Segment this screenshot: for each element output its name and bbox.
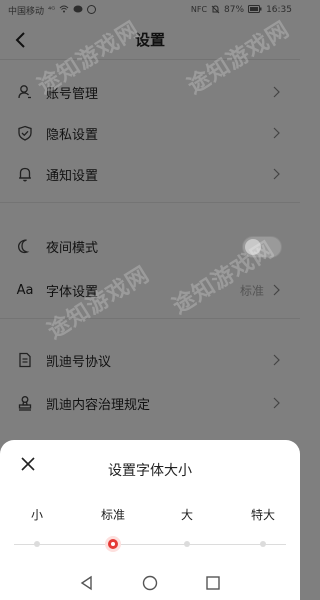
settings-item-notification[interactable]: 通知设置 xyxy=(0,154,300,194)
chevron-right-icon xyxy=(273,86,280,98)
mute-bell-icon xyxy=(211,4,220,16)
slider-tick xyxy=(184,541,190,547)
chat-icon xyxy=(73,5,83,16)
settings-item-label: 通知设置 xyxy=(46,168,99,184)
system-nav-bar xyxy=(0,566,300,600)
carrier-label: 中国移动 xyxy=(8,6,45,17)
font-option-standard[interactable]: 标准 xyxy=(93,506,133,523)
document-icon xyxy=(16,351,34,369)
section-divider xyxy=(0,318,300,319)
chevron-left-icon xyxy=(15,32,25,48)
status-right: NFC 87% 16:35 xyxy=(190,4,292,16)
night-mode-toggle[interactable] xyxy=(242,236,282,258)
toggle-knob xyxy=(245,239,261,255)
font-size-slider-track[interactable] xyxy=(14,544,286,545)
chevron-right-icon xyxy=(273,168,280,180)
nav-home-button[interactable] xyxy=(141,574,159,592)
slider-tick xyxy=(34,541,40,547)
moon-icon xyxy=(16,237,34,255)
sheet-title: 设置字体大小 xyxy=(108,463,192,479)
font-option-xlarge[interactable]: 特大 xyxy=(243,506,283,523)
font-option-small[interactable]: 小 xyxy=(17,506,57,523)
settings-item-label: 账号管理 xyxy=(46,86,99,102)
settings-item-governance[interactable]: 凯迪内容治理规定 xyxy=(0,383,300,423)
thumb-center xyxy=(111,542,115,546)
back-button[interactable] xyxy=(12,28,32,52)
settings-item-label: 凯迪内容治理规定 xyxy=(46,397,151,413)
font-size-value: 标准 xyxy=(239,283,264,298)
settings-item-agreement[interactable]: 凯迪号协议 xyxy=(0,340,300,380)
triangle-back-icon xyxy=(80,575,92,591)
status-time: 16:35 xyxy=(266,5,292,15)
settings-item-label: 隐私设置 xyxy=(46,127,99,143)
section-divider xyxy=(0,202,300,203)
message-icon xyxy=(87,4,97,16)
nav-recents-button[interactable] xyxy=(204,574,222,592)
slider-tick xyxy=(260,541,266,547)
nav-back-button[interactable] xyxy=(78,574,96,592)
settings-item-font[interactable]: Aa 字体设置 标准 xyxy=(0,270,300,310)
signal-icon: ⁴ᴳ xyxy=(48,5,56,14)
settings-item-account[interactable]: 账号管理 xyxy=(0,72,300,112)
settings-item-night-mode: 夜间模式 xyxy=(0,226,300,266)
stamp-icon xyxy=(16,394,34,412)
font-aa-icon: Aa xyxy=(16,282,34,298)
bell-icon xyxy=(16,165,34,183)
chevron-right-icon xyxy=(273,354,280,366)
circle-home-icon xyxy=(142,575,158,591)
battery-level: 87% xyxy=(224,5,245,15)
status-bar: 中国移动 ⁴ᴳ NFC 87% 16:35 xyxy=(0,0,300,20)
battery-icon xyxy=(248,5,262,15)
font-size-slider-thumb[interactable] xyxy=(105,536,121,552)
status-left: 中国移动 ⁴ᴳ xyxy=(8,4,97,17)
chevron-right-icon xyxy=(273,127,280,139)
chevron-right-icon xyxy=(273,284,280,296)
page-title: 设置 xyxy=(134,31,165,49)
shield-icon xyxy=(16,124,34,142)
settings-item-privacy[interactable]: 隐私设置 xyxy=(0,113,300,153)
settings-item-label: 凯迪号协议 xyxy=(46,354,112,370)
settings-item-label: 夜间模式 xyxy=(46,240,99,256)
nfc-icon: NFC xyxy=(190,5,208,14)
wifi-icon xyxy=(59,5,69,15)
user-icon xyxy=(16,83,34,101)
font-option-large[interactable]: 大 xyxy=(167,506,207,523)
square-recents-icon xyxy=(206,576,220,590)
header: 设置 xyxy=(0,20,300,60)
chevron-right-icon xyxy=(273,397,280,409)
settings-item-label: 字体设置 xyxy=(46,284,99,300)
